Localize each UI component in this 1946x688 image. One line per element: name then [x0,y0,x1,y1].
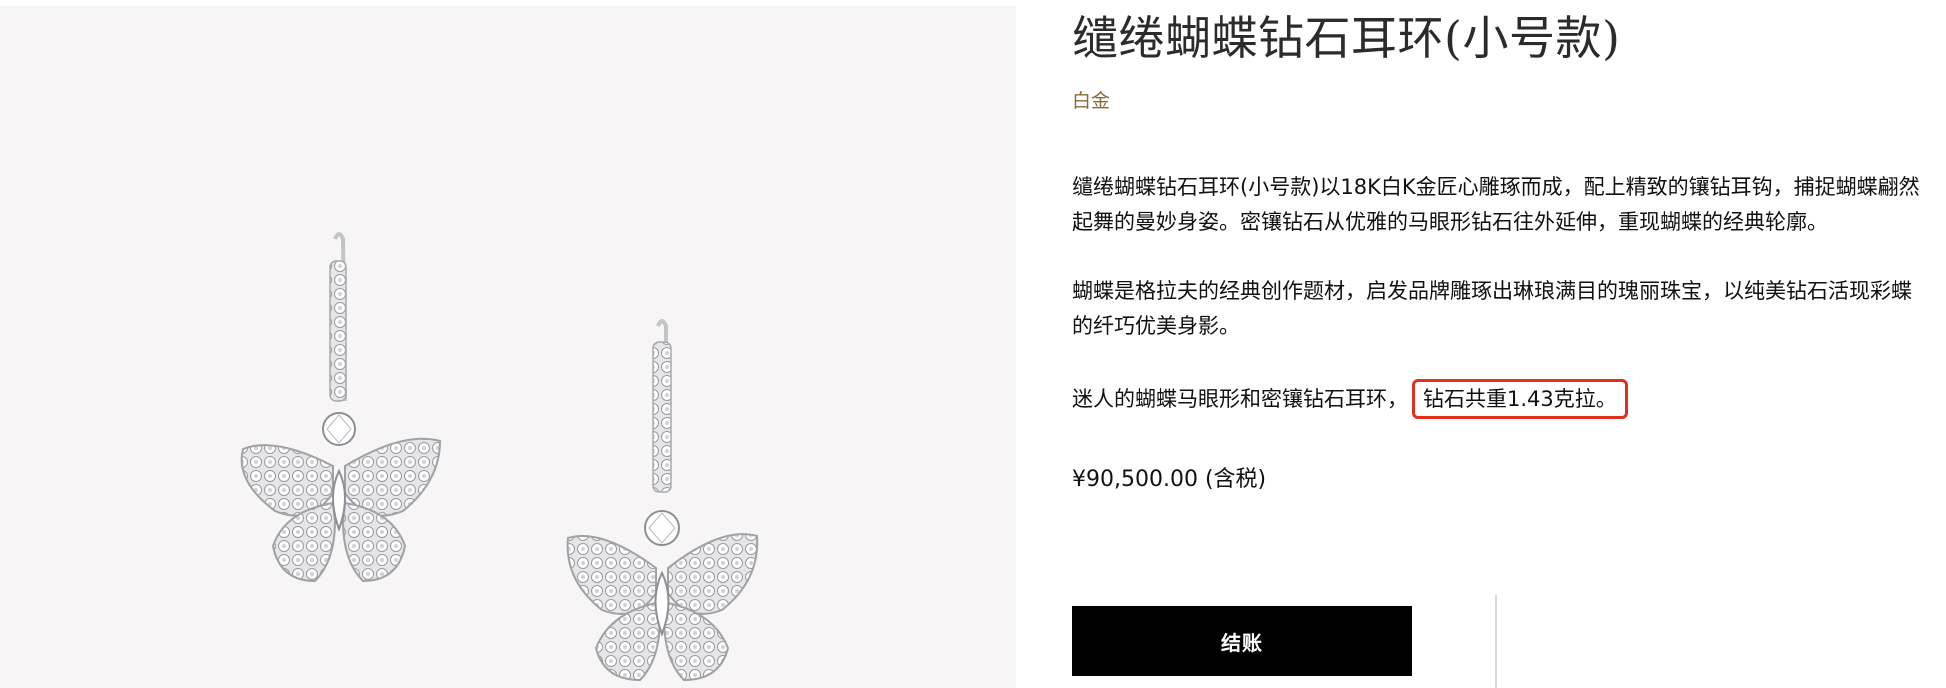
product-price: ¥90,500.00 (含税) [1072,467,1267,492]
metal-label[interactable]: 白金 [1072,86,1110,113]
product-title: 缱绻蝴蝶钻石耳环(小号款) [1072,11,1621,65]
checkout-button[interactable]: 结账 [1072,606,1412,676]
product-image[interactable] [0,6,1016,688]
earring-left-image [235,231,445,611]
description-3-prefix: 迷人的蝴蝶马眼形和密镶钻石耳环， [1072,387,1408,411]
description-paragraph-1: 缱绻蝴蝶钻石耳环(小号款)以18K白K金匠心雕琢而成，配上精致的镶钻耳钩，捕捉蝴… [1072,175,1920,234]
description-paragraph-3: 迷人的蝴蝶马眼形和密镶钻石耳环， 钻石共重1.43克拉。 [1072,379,1922,419]
divider [1495,595,1497,688]
carat-weight-highlight: 钻石共重1.43克拉。 [1412,379,1628,419]
earring-right-image [562,318,762,688]
description-paragraph-2: 蝴蝶是格拉夫的经典创作题材，启发品牌雕琢出琳琅满目的瑰丽珠宝，以纯美钻石活现彩蝶… [1072,279,1912,338]
